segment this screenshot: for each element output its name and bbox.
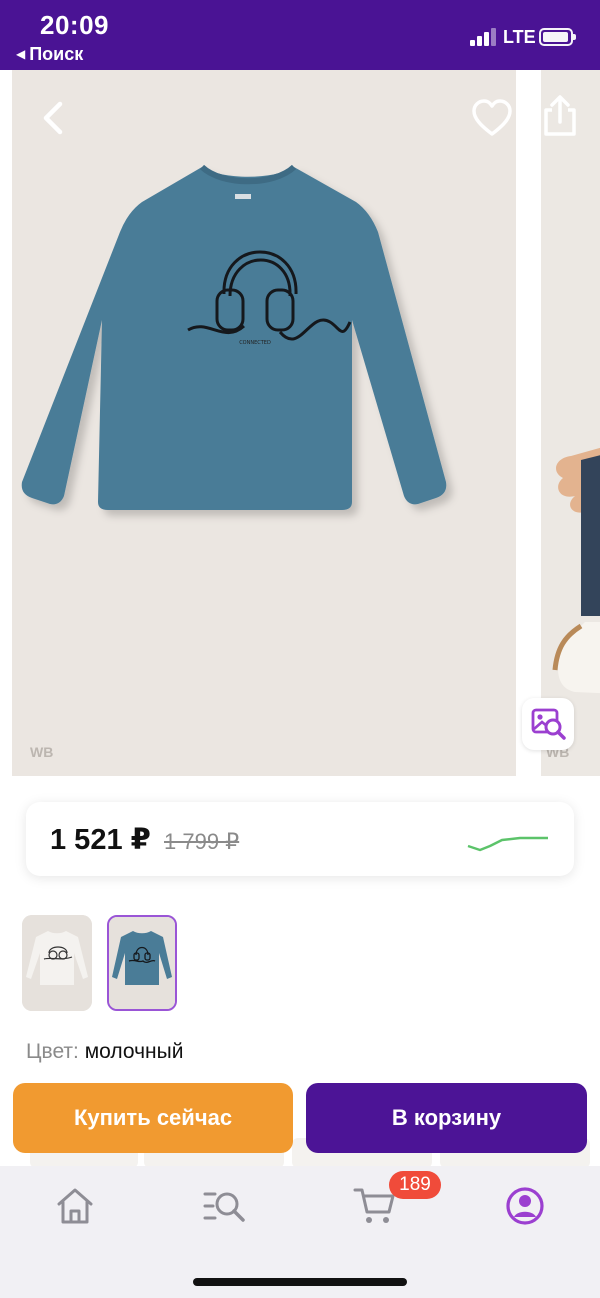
color-option-blue[interactable] bbox=[107, 915, 177, 1011]
image-search-icon bbox=[531, 708, 566, 740]
status-bar: 20:09 ◀ Поиск LTE bbox=[0, 0, 600, 70]
next-product-photo[interactable]: WB bbox=[541, 70, 600, 776]
back-triangle-icon: ◀ bbox=[16, 47, 26, 61]
tshirt-image: CONNECTED bbox=[21, 164, 447, 510]
share-icon bbox=[544, 95, 576, 136]
price-history-chart[interactable] bbox=[466, 824, 550, 854]
visual-search-button[interactable] bbox=[522, 698, 574, 750]
color-option-white[interactable] bbox=[22, 915, 92, 1011]
product-photo[interactable]: CONNECTED WB bbox=[12, 70, 516, 776]
white-tshirt-thumbnail bbox=[22, 915, 92, 1011]
heart-icon bbox=[472, 99, 512, 136]
chevron-left-icon bbox=[43, 101, 63, 135]
back-app-label: Поиск bbox=[29, 44, 84, 64]
cart-count-badge: 189 bbox=[389, 1171, 441, 1199]
current-price: 1 521 ₽ bbox=[50, 824, 151, 856]
tab-profile[interactable] bbox=[503, 1184, 547, 1228]
back-to-app-link[interactable]: ◀ Поиск bbox=[16, 44, 83, 65]
home-icon bbox=[57, 1188, 93, 1224]
status-time: 20:09 bbox=[40, 10, 109, 40]
color-selection-text: Цвет: молочный bbox=[26, 1040, 183, 1064]
price-card[interactable]: 1 521 ₽ 1 799 ₽ bbox=[26, 802, 574, 876]
wb-watermark: WB bbox=[30, 744, 54, 760]
tab-catalog[interactable] bbox=[203, 1184, 247, 1228]
favorite-button[interactable] bbox=[470, 98, 514, 138]
battery-icon bbox=[539, 28, 576, 46]
catalog-search-icon bbox=[203, 1192, 245, 1222]
blue-tshirt-thumbnail bbox=[109, 917, 175, 1009]
share-button[interactable] bbox=[541, 94, 580, 138]
old-price: 1 799 ₽ bbox=[164, 829, 240, 854]
add-to-cart-button[interactable]: В корзину bbox=[306, 1083, 587, 1153]
back-button[interactable] bbox=[36, 98, 72, 138]
signal-icon bbox=[470, 28, 496, 46]
profile-icon bbox=[506, 1187, 544, 1225]
svg-text:CONNECTED: CONNECTED bbox=[239, 340, 271, 346]
color-value: молочный bbox=[84, 1040, 184, 1063]
color-label: Цвет: bbox=[26, 1040, 79, 1063]
tab-home[interactable] bbox=[53, 1184, 97, 1228]
bottom-tab-bar: 189 bbox=[0, 1166, 600, 1298]
home-indicator bbox=[193, 1278, 407, 1286]
model-photo-preview bbox=[552, 447, 600, 694]
network-type: LTE bbox=[503, 27, 536, 47]
buy-now-button[interactable]: Купить сейчас bbox=[13, 1083, 293, 1153]
product-gallery[interactable]: CONNECTED WB WB bbox=[0, 70, 600, 776]
